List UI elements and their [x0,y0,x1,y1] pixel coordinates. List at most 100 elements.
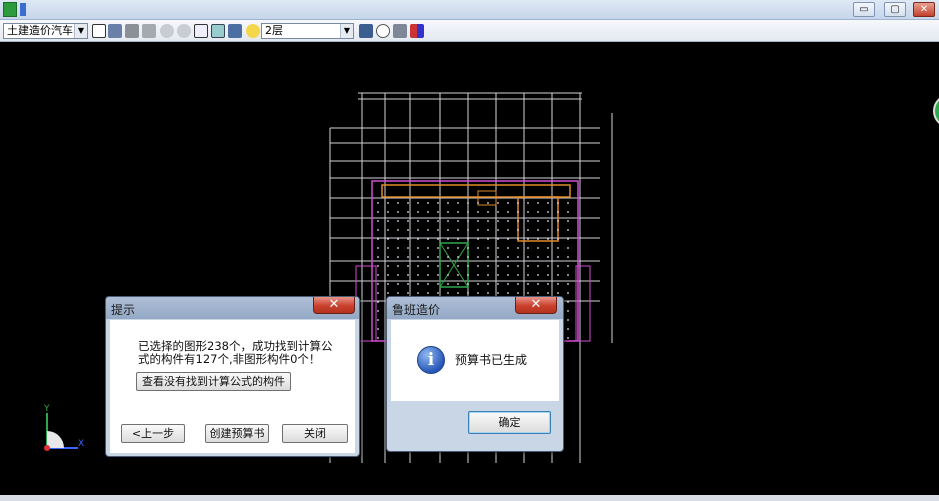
prompt-message-line2: 式的构件有127个,非图形构件0个！ [138,352,321,366]
column-dot [557,220,559,222]
floor-combo[interactable]: 2层 ▼ [261,23,354,39]
column-dot [427,229,429,231]
prompt-dialog-close-button[interactable]: ✕ [313,297,355,314]
column-dot [497,265,499,267]
luban-dialog-close-button[interactable]: ✕ [515,297,557,314]
column-dot [557,256,559,258]
column-dot [377,310,379,312]
column-dot [387,283,389,285]
prompt-dialog-caption: 提示 ✕ [106,297,359,319]
glasses-icon[interactable] [376,24,390,38]
rotate-icon[interactable] [142,24,156,38]
column-dot [387,220,389,222]
floor-display-icon[interactable] [359,24,373,38]
minimize-button[interactable]: ▭ [853,2,875,17]
column-dot [407,238,409,240]
column-dot [477,220,479,222]
color-icon[interactable] [410,24,424,38]
title-bar: ▭ ▢ ✕ [0,0,939,20]
column-dot [437,238,439,240]
column-dot [427,202,429,204]
column-dot [507,256,509,258]
column-dot [407,265,409,267]
column-dot [557,247,559,249]
column-dot [567,247,569,249]
column-dot [477,283,479,285]
column-dot [417,292,419,294]
column-dot [387,256,389,258]
column-dot [537,220,539,222]
column-dot [467,274,469,276]
column-dot [497,247,499,249]
column-dot [407,292,409,294]
column-dot [417,238,419,240]
filter-icon[interactable] [393,24,407,38]
ok-button[interactable]: 确定 [468,411,551,434]
column-dot [447,256,449,258]
column-dot [507,238,509,240]
door-icon[interactable] [228,24,242,38]
select-icon[interactable] [108,24,122,38]
column-dot [467,292,469,294]
navigation-globe-icon[interactable] [933,95,939,127]
column-dot [537,274,539,276]
column-dot [397,238,399,240]
layer-view-icon[interactable] [92,24,106,38]
column-dot [417,283,419,285]
column-dot [397,274,399,276]
zoom-window-icon[interactable] [160,24,174,38]
previous-step-button[interactable]: <上一步 [121,424,185,443]
column-dot [487,256,489,258]
column-dot [497,211,499,213]
column-dot [377,301,379,303]
column-dot [407,283,409,285]
lightbulb-icon[interactable] [246,24,260,38]
column-dot [487,238,489,240]
column-dot [407,202,409,204]
column-dot [547,283,549,285]
column-dot [487,229,489,231]
column-dot [437,220,439,222]
column-dot [377,256,379,258]
column-dot [397,247,399,249]
profession-combo[interactable]: 土建造价汽车 ▼ [3,23,88,39]
column-dot [497,202,499,204]
column-dot [567,238,569,240]
column-dot [507,202,509,204]
create-budget-button[interactable]: 创建预算书 [205,424,269,443]
column-dot [377,328,379,330]
view-3d-icon[interactable] [211,24,225,38]
column-dot [527,274,529,276]
zoom-icon[interactable] [177,24,191,38]
column-dot [397,265,399,267]
column-dot [557,238,559,240]
column-dot [547,238,549,240]
column-dot [387,274,389,276]
column-dot [537,229,539,231]
column-dot [377,283,379,285]
zoom-extents-icon[interactable] [194,24,208,38]
luban-dialog-body: i 预算书已生成 [391,320,559,401]
column-dot [467,283,469,285]
column-dot [507,229,509,231]
column-dot [377,247,379,249]
close-button[interactable]: 关闭 [282,424,348,443]
close-window-button[interactable]: ✕ [913,2,935,17]
column-dot [527,265,529,267]
column-dot [557,229,559,231]
column-dot [397,283,399,285]
pan-icon[interactable] [125,24,139,38]
column-dot [467,265,469,267]
column-dot [517,283,519,285]
maximize-button[interactable]: ▢ [884,2,906,17]
column-dot [387,202,389,204]
column-dot [537,211,539,213]
find-missing-components-button[interactable]: 查看没有找到计算公式的构件 [136,372,291,391]
column-dot [417,247,419,249]
column-dot [427,256,429,258]
column-dot [397,220,399,222]
column-dot [477,256,479,258]
column-dot [497,220,499,222]
column-dot [477,229,479,231]
column-dot [427,265,429,267]
